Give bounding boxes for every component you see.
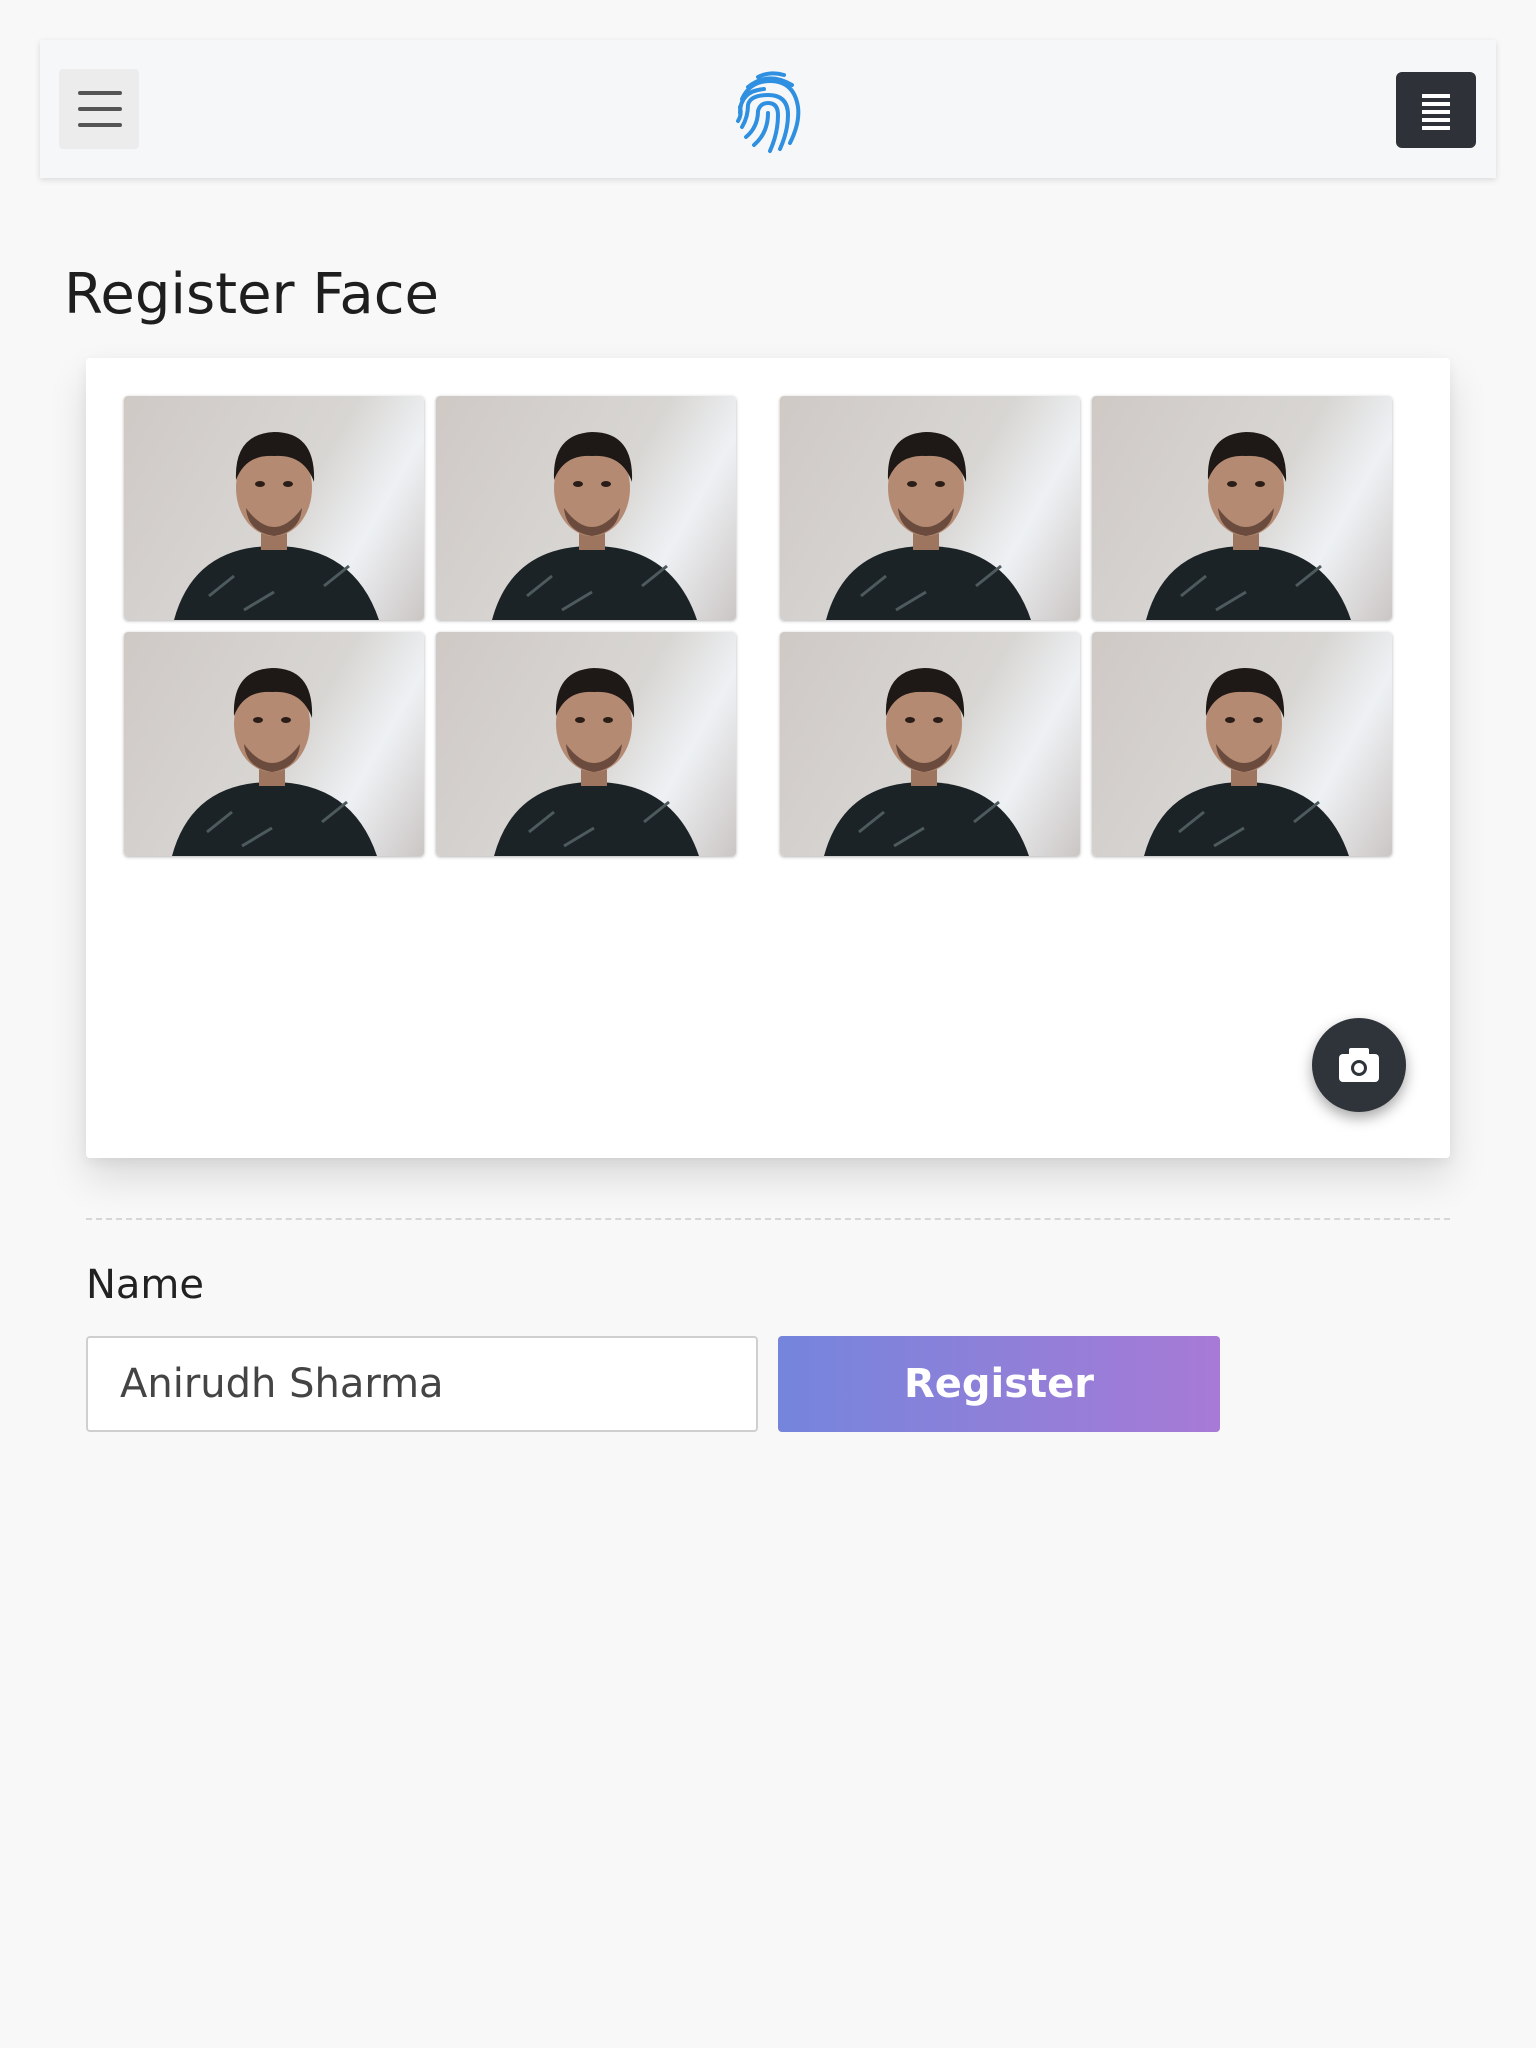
- name-label: Name: [86, 1262, 205, 1308]
- section-divider: [86, 1218, 1450, 1220]
- captured-face-photo: [124, 632, 424, 856]
- list-icon: [1422, 126, 1450, 130]
- captured-face-photo: [1092, 396, 1392, 620]
- captures-card: [86, 358, 1450, 1158]
- hamburger-icon: [78, 123, 122, 127]
- list-icon: [1422, 110, 1450, 114]
- list-icon: [1422, 94, 1450, 98]
- captured-face-photo: [436, 396, 736, 620]
- menu-button[interactable]: [1396, 72, 1476, 148]
- hamburger-menu-button[interactable]: [59, 69, 139, 149]
- name-input[interactable]: [86, 1336, 758, 1432]
- hamburger-icon: [78, 91, 122, 95]
- captured-face-photo: [780, 632, 1080, 856]
- register-button[interactable]: Register: [778, 1336, 1220, 1432]
- camera-icon: [1339, 1048, 1379, 1082]
- fingerprint-icon[interactable]: [728, 67, 812, 155]
- captured-face-photo: [124, 396, 424, 620]
- hamburger-icon: [78, 107, 122, 111]
- captured-face-photo: [436, 632, 736, 856]
- page-title: Register Face: [64, 262, 439, 327]
- list-icon: [1422, 118, 1450, 122]
- top-navbar: [40, 40, 1496, 178]
- capture-button[interactable]: [1312, 1018, 1406, 1112]
- captured-face-photo: [1092, 632, 1392, 856]
- list-icon: [1422, 102, 1450, 106]
- captured-face-photo: [780, 396, 1080, 620]
